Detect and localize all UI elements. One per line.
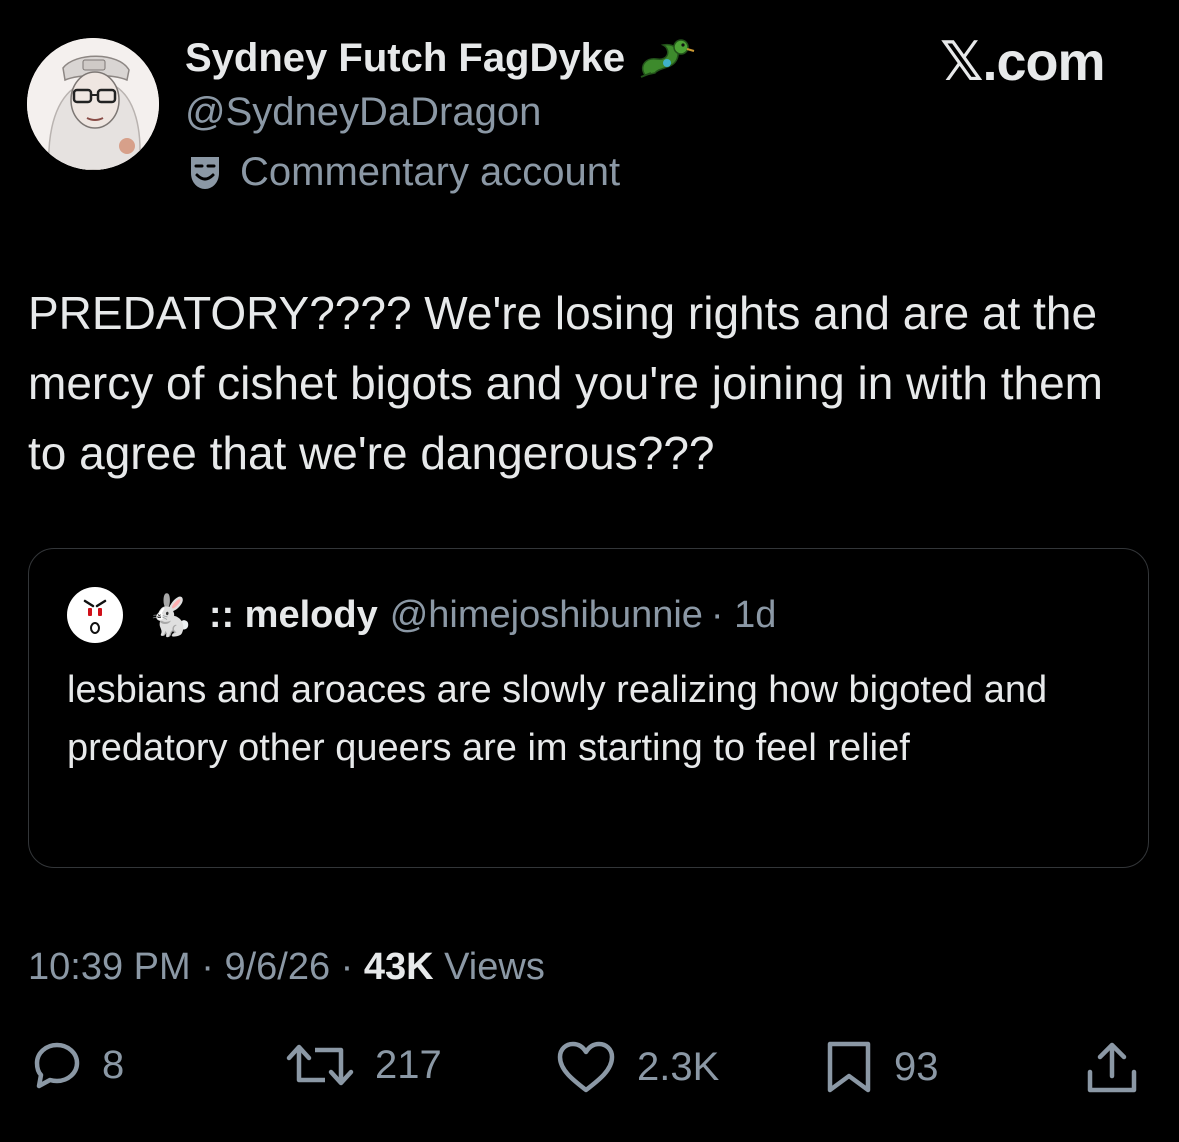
quoted-tweet-time: · 1d — [710, 593, 777, 636]
quoted-author-avatar[interactable] — [67, 587, 123, 643]
repost-count: 217 — [375, 1042, 442, 1087]
angry-face-icon — [83, 599, 107, 634]
quoted-author-handle[interactable]: @himejoshibunnie — [390, 594, 703, 637]
tweet-metadata: 10:39 PM · 9/6/26 · 43K Views — [28, 946, 545, 989]
meta-separator: · — [190, 946, 225, 988]
brand-watermark: 𝕏.com — [940, 32, 1106, 92]
author-display-name[interactable]: Sydney Futch FagDyke — [185, 36, 695, 81]
like-count: 2.3K — [637, 1044, 720, 1089]
tweet-time[interactable]: 10:39 PM — [28, 946, 191, 988]
share-button[interactable] — [1084, 1040, 1160, 1096]
tweet-text: PREDATORY???? We're losing rights and ar… — [28, 287, 1103, 479]
share-icon — [1087, 1042, 1137, 1093]
avatar-illustration — [27, 38, 159, 170]
like-button[interactable]: 2.3K — [555, 1040, 719, 1094]
reply-button[interactable]: 8 — [32, 1040, 124, 1090]
reply-icon — [34, 1042, 80, 1089]
heart-icon — [557, 1041, 615, 1093]
views-count: 43K — [363, 946, 434, 988]
mask-icon — [191, 156, 219, 189]
author-handle[interactable]: @SydneyDaDragon — [185, 90, 541, 135]
quoted-tweet[interactable]: 🐇 :: melody @himejoshibunnie · 1d lesbia… — [28, 548, 1149, 868]
bookmark-count: 93 — [894, 1044, 939, 1089]
rabbit-icon: 🐇 — [145, 593, 195, 638]
repost-icon — [286, 1044, 354, 1086]
quoted-tweet-text: lesbians and aroaces are slowly realizin… — [67, 669, 1048, 769]
bookmark-icon — [827, 1041, 871, 1093]
tweet-date[interactable]: 9/6/26 — [224, 946, 330, 988]
reply-count: 8 — [102, 1042, 125, 1087]
quoted-author-name[interactable]: :: melody — [209, 594, 378, 637]
author-avatar[interactable] — [27, 38, 159, 170]
meta-separator: · — [330, 946, 364, 988]
quoted-tweet-header: 🐇 :: melody @himejoshibunnie · 1d — [67, 587, 776, 643]
action-bar: 8 217 2.3K 93 — [0, 1036, 1179, 1106]
views-label: Views — [433, 946, 545, 988]
label-text: Commentary account — [240, 150, 621, 194]
repost-button[interactable]: 217 — [285, 1040, 442, 1090]
display-name-text: Sydney Futch FagDyke — [185, 36, 626, 80]
dragon-icon — [637, 37, 695, 81]
bookmark-button[interactable]: 93 — [824, 1040, 939, 1094]
commentary-account-label[interactable]: Commentary account — [188, 150, 620, 195]
